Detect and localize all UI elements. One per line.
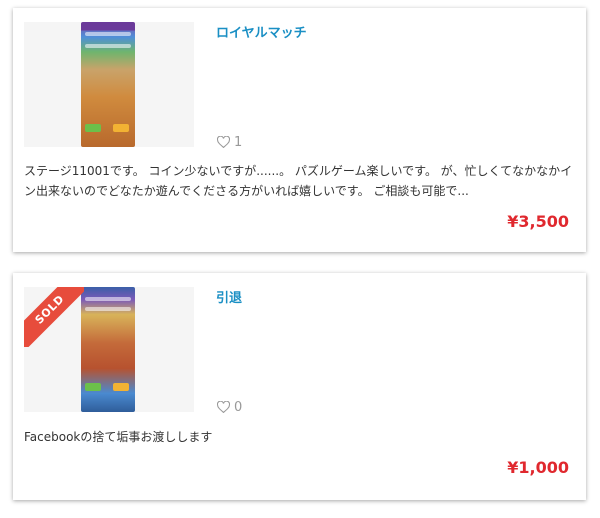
listing-price: ¥3,500 — [507, 212, 569, 231]
like-count: 1 — [234, 134, 243, 150]
listing-price: ¥1,000 — [507, 458, 569, 477]
listing-card[interactable]: SOLD 引退 0 Facebookの捨て垢事お渡しします ¥1,000 — [13, 273, 586, 500]
sold-badge: SOLD — [24, 287, 84, 347]
like-counter[interactable]: 1 — [217, 134, 242, 150]
game-screenshot-image — [81, 22, 135, 147]
listing-title[interactable]: ロイヤルマッチ — [216, 22, 307, 41]
like-count: 0 — [234, 399, 243, 415]
listing-title[interactable]: 引退 — [216, 287, 242, 306]
listing-thumbnail[interactable]: SOLD — [24, 287, 194, 412]
listing-description: Facebookの捨て垢事お渡しします — [24, 430, 213, 444]
listing-thumbnail[interactable] — [24, 22, 194, 147]
listing-description: ステージ11001です。 コイン少ないですが......。 パズルゲーム楽しいで… — [24, 164, 573, 198]
heart-outline-icon[interactable] — [217, 401, 230, 413]
heart-outline-icon[interactable] — [217, 136, 230, 148]
game-screenshot-image — [81, 287, 135, 412]
like-counter[interactable]: 0 — [217, 399, 242, 415]
sold-label: SOLD — [24, 287, 84, 347]
listing-card[interactable]: ロイヤルマッチ 1 ステージ11001です。 コイン少ないですが......。 … — [13, 8, 586, 252]
